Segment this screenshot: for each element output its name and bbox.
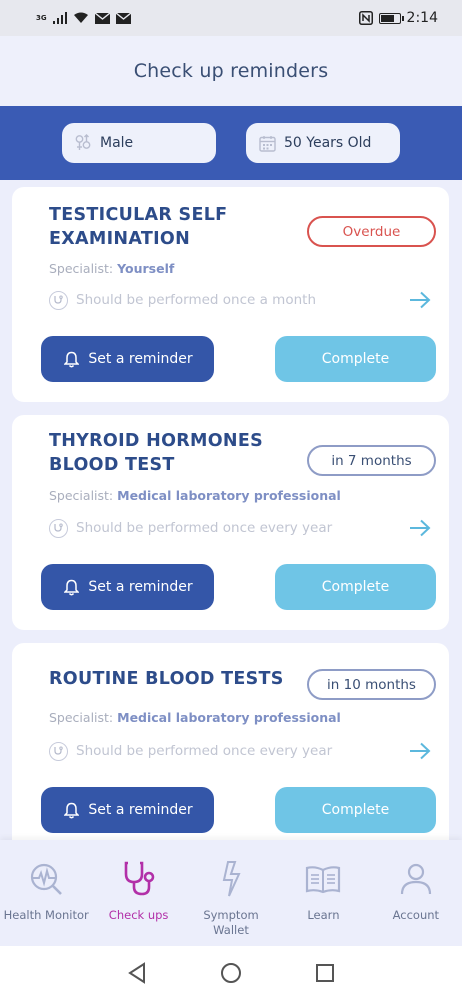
nav-label: Account: [392, 908, 440, 922]
arrow-right-icon[interactable]: [407, 290, 433, 310]
person-icon: [397, 858, 435, 900]
system-nav: [0, 946, 462, 1000]
specialist-label: Specialist:: [49, 261, 114, 276]
age-selector[interactable]: 50 Years Old: [246, 123, 400, 163]
specialist-label: Specialist:: [49, 710, 114, 725]
frequency-row[interactable]: Should be performed once every year: [49, 516, 433, 540]
wifi-icon: [73, 12, 88, 23]
checkup-card: ROUTINE BLOOD TESTS in 10 months Special…: [12, 643, 449, 840]
home-icon[interactable]: [219, 961, 243, 985]
set-reminder-button[interactable]: Set a reminder: [41, 564, 214, 610]
set-reminder-button[interactable]: Set a reminder: [41, 336, 214, 382]
battery-fill: [380, 14, 394, 22]
nav-label: Check ups: [108, 908, 169, 922]
set-reminder-label: Set a reminder: [88, 351, 193, 367]
recents-icon[interactable]: [313, 961, 337, 985]
nav-label: Symptom Wallet: [203, 908, 259, 937]
nfc-icon: [358, 11, 373, 25]
status-badge: in 10 months: [307, 669, 436, 700]
arrow-right-icon[interactable]: [407, 741, 433, 761]
frequency-text: Should be performed once every year: [76, 520, 333, 536]
frequency-text: Should be performed once a month: [76, 292, 317, 308]
nav-symptom-wallet[interactable]: Symptom Wallet: [185, 840, 277, 946]
nav-label: Health Monitor: [3, 908, 89, 922]
specialist-name: Medical laboratory professional: [117, 710, 341, 725]
complete-button[interactable]: Complete: [275, 787, 436, 833]
set-reminder-label: Set a reminder: [88, 579, 193, 595]
checkup-title: THYROID HORMONES BLOOD TEST: [49, 431, 264, 475]
nav-check-ups[interactable]: Check ups: [92, 840, 184, 946]
frequency-text: Should be performed once every year: [76, 743, 333, 759]
complete-button[interactable]: Complete: [275, 336, 436, 382]
complete-button[interactable]: Complete: [275, 564, 436, 610]
calendar-icon: [258, 134, 276, 152]
mail-icon-2: [115, 12, 131, 24]
set-reminder-label: Set a reminder: [88, 802, 193, 818]
lightning-icon: [212, 858, 250, 900]
status-badge: Overdue: [307, 216, 436, 247]
gender-icon: [74, 134, 92, 152]
page-title: Check up reminders: [133, 60, 329, 82]
checkup-card: TESTICULAR SELF EXAMINATION Overdue Spec…: [12, 187, 449, 402]
checkup-card: THYROID HORMONES BLOOD TEST in 7 months …: [12, 415, 449, 630]
arrow-right-icon[interactable]: [407, 518, 433, 538]
status-left: 3G: [36, 12, 131, 24]
bottom-nav: Health Monitor Check ups Symptom Wallet …: [0, 840, 462, 946]
frequency-row[interactable]: Should be performed once a month: [49, 288, 433, 312]
status-badge: in 7 months: [307, 445, 436, 476]
specialist-name: Yourself: [117, 261, 175, 276]
bell-icon: [62, 801, 80, 819]
status-bar: 3G 2:14: [0, 0, 462, 36]
gender-value: Male: [100, 135, 134, 151]
nav-health-monitor[interactable]: Health Monitor: [0, 840, 92, 946]
clock: 2:14: [406, 10, 438, 26]
nav-learn[interactable]: Learn: [277, 840, 369, 946]
specialist-line: Specialist: Medical laboratory professio…: [49, 488, 341, 503]
set-reminder-button[interactable]: Set a reminder: [41, 787, 214, 833]
nav-account[interactable]: Account: [370, 840, 462, 946]
checkup-list[interactable]: TESTICULAR SELF EXAMINATION Overdue Spec…: [0, 180, 462, 840]
stethoscope-small-icon: [49, 290, 68, 310]
stethoscope-small-icon: [49, 741, 68, 761]
specialist-line: Specialist: Yourself: [49, 261, 174, 276]
specialist-line: Specialist: Medical laboratory professio…: [49, 710, 341, 725]
bell-icon: [62, 578, 80, 596]
battery-icon: [378, 12, 404, 24]
frequency-row[interactable]: Should be performed once every year: [49, 739, 433, 763]
back-icon[interactable]: [125, 961, 149, 985]
checkup-title: ROUTINE BLOOD TESTS: [49, 669, 284, 689]
book-icon: [304, 858, 342, 900]
bell-icon: [62, 350, 80, 368]
health-monitor-icon: [27, 858, 65, 900]
mail-icon: [94, 12, 110, 24]
age-value: 50 Years Old: [284, 135, 372, 151]
gender-selector[interactable]: Male: [62, 123, 216, 163]
stethoscope-small-icon: [49, 518, 68, 538]
checkup-title: TESTICULAR SELF EXAMINATION: [49, 205, 228, 249]
status-right: 2:14: [358, 10, 438, 26]
signal-icon: [52, 12, 67, 24]
specialist-name: Medical laboratory professional: [117, 488, 341, 503]
header: Check up reminders: [0, 36, 462, 106]
filter-band: Male 50 Years Old: [0, 106, 462, 180]
stethoscope-icon: [120, 858, 158, 900]
specialist-label: Specialist:: [49, 488, 114, 503]
nav-label: Learn: [307, 908, 340, 922]
network-type: 3G: [36, 14, 47, 22]
